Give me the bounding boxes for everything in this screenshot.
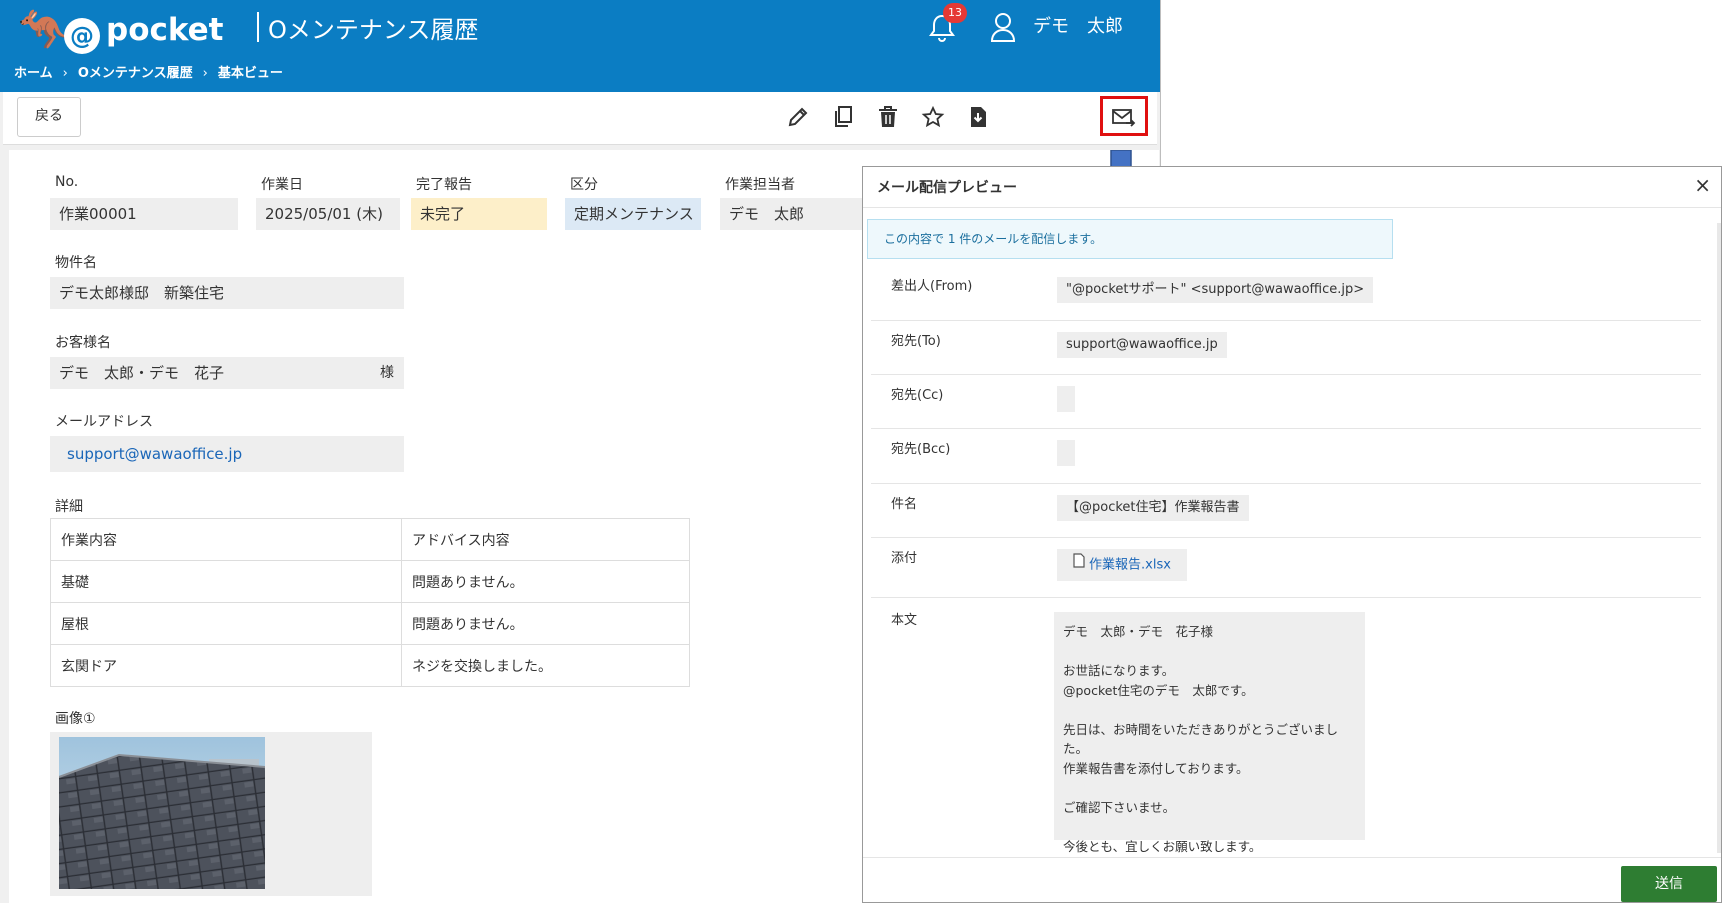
from-row: 差出人(From) "@pocketサポート" <support@wawaoff… bbox=[871, 263, 1701, 321]
bcc-label: 宛先(Bcc) bbox=[891, 442, 951, 457]
notification-count-badge: 13 bbox=[943, 3, 967, 23]
property-label: 物件名 bbox=[55, 255, 97, 271]
file-icon bbox=[1073, 549, 1085, 581]
to-label: 宛先(To) bbox=[891, 334, 941, 349]
category-label: 区分 bbox=[570, 177, 598, 193]
cc-value bbox=[1057, 386, 1075, 412]
breadcrumb: ホーム › Oメンテナンス履歴 › 基本ビュー bbox=[14, 62, 283, 81]
body-label: 本文 bbox=[891, 613, 918, 628]
subject-row: 件名 【@pocket住宅】作業報告書 bbox=[871, 483, 1701, 538]
cc-row: 宛先(Cc) bbox=[871, 374, 1701, 429]
table-row: 基礎 問題ありません。 bbox=[50, 560, 690, 603]
table-header: アドバイス内容 bbox=[401, 518, 690, 561]
category-value: 定期メンテナンス bbox=[565, 198, 701, 230]
staff-value: デモ 太郎 bbox=[720, 198, 870, 230]
image-label: 画像① bbox=[55, 711, 96, 727]
from-label: 差出人(From) bbox=[891, 279, 973, 294]
send-button[interactable]: 送信 bbox=[1621, 866, 1717, 902]
bcc-value bbox=[1057, 440, 1075, 466]
cc-label: 宛先(Cc) bbox=[891, 388, 944, 403]
attachment-label: 添付 bbox=[891, 551, 918, 566]
app-header: 🦘 @ pocket Oメンテナンス履歴 13 デモ 太郎 ホーム › Oメンテナン… bbox=[0, 0, 1160, 92]
breadcrumb-home[interactable]: ホーム bbox=[14, 62, 53, 81]
mail-send-icon[interactable] bbox=[1110, 104, 1136, 130]
table-cell: 問題ありません。 bbox=[401, 560, 690, 603]
dialog-title: メール配信プレビュー bbox=[877, 180, 1017, 196]
completion-report-value: 未完了 bbox=[411, 198, 547, 230]
image-field bbox=[50, 732, 372, 896]
breadcrumb-view[interactable]: 基本ビュー bbox=[218, 62, 283, 81]
table-header-row: 作業内容 アドバイス内容 bbox=[50, 518, 690, 561]
dialog-scrollbar[interactable] bbox=[1717, 223, 1721, 853]
table-cell: 玄関ドア bbox=[50, 644, 402, 687]
table-header: 作業内容 bbox=[50, 518, 402, 561]
table-cell: 屋根 bbox=[50, 602, 402, 645]
detail-table: 作業内容 アドバイス内容 基礎 問題ありません。 屋根 問題ありません。 玄関ド… bbox=[50, 518, 690, 687]
to-value: support@wawaoffice.jp bbox=[1057, 332, 1227, 358]
table-cell: 問題ありません。 bbox=[401, 602, 690, 645]
no-label: No. bbox=[55, 174, 79, 190]
download-icon[interactable] bbox=[965, 104, 991, 130]
table-row: 玄関ドア ネジを交換しました。 bbox=[50, 644, 690, 687]
table-cell: ネジを交換しました。 bbox=[401, 644, 690, 687]
breadcrumb-module[interactable]: Oメンテナンス履歴 bbox=[78, 62, 193, 81]
attachment-filename: 作業報告.xlsx bbox=[1089, 557, 1171, 573]
table-cell: 基礎 bbox=[50, 560, 402, 603]
dialog-header: メール配信プレビュー × bbox=[863, 167, 1721, 208]
staff-label: 作業担当者 bbox=[725, 177, 795, 193]
page-title: Oメンテナンス履歴 bbox=[268, 16, 479, 44]
email-link[interactable]: support@wawaoffice.jp bbox=[50, 436, 404, 472]
table-row: 屋根 問題ありません。 bbox=[50, 602, 690, 645]
email-label: メールアドレス bbox=[55, 414, 153, 430]
roof-photo[interactable] bbox=[59, 737, 265, 889]
attachment-row: 添付 作業報告.xlsx bbox=[871, 537, 1701, 598]
trash-icon[interactable] bbox=[875, 104, 901, 130]
work-date-value: 2025/05/01 (木) bbox=[256, 198, 400, 230]
from-value: "@pocketサポート" <support@wawaoffice.jp> bbox=[1057, 277, 1374, 303]
star-icon[interactable] bbox=[920, 104, 946, 130]
customer-label: お客様名 bbox=[55, 335, 111, 351]
work-date-label: 作業日 bbox=[261, 177, 303, 193]
user-name[interactable]: デモ 太郎 bbox=[1033, 12, 1123, 38]
customer-name: デモ 太郎・デモ 花子 bbox=[59, 364, 225, 382]
no-value: 作業00001 bbox=[50, 198, 238, 230]
record-toolbar: 戻る bbox=[3, 92, 1157, 145]
logo-text: pocket bbox=[106, 12, 224, 48]
close-icon[interactable]: × bbox=[1694, 173, 1711, 197]
edit-icon[interactable] bbox=[785, 104, 811, 130]
detail-label: 詳細 bbox=[55, 499, 83, 515]
delivery-info-message: この内容で 1 件のメールを配信します。 bbox=[867, 219, 1393, 259]
customer-value: デモ 太郎・デモ 花子 様 bbox=[50, 357, 404, 389]
title-divider bbox=[257, 12, 259, 42]
bcc-row: 宛先(Bcc) bbox=[871, 428, 1701, 484]
at-mark-logo: @ bbox=[64, 18, 100, 54]
kangaroo-logo-icon: 🦘 bbox=[18, 5, 71, 54]
property-value: デモ太郎様邸 新築住宅 bbox=[50, 277, 404, 309]
breadcrumb-separator: › bbox=[62, 66, 68, 81]
user-avatar-icon[interactable] bbox=[990, 12, 1016, 42]
subject-label: 件名 bbox=[891, 497, 918, 512]
back-button[interactable]: 戻る bbox=[17, 97, 81, 137]
to-row: 宛先(To) support@wawaoffice.jp bbox=[871, 320, 1701, 375]
mail-body-text: デモ 太郎・デモ 花子様 お世話になります。 @pocket住宅のデモ 太郎です… bbox=[1054, 612, 1365, 854]
customer-honorific: 様 bbox=[380, 365, 394, 381]
dialog-footer: 送信 bbox=[863, 857, 1721, 902]
completion-report-label: 完了報告 bbox=[416, 177, 472, 193]
breadcrumb-separator: › bbox=[202, 66, 208, 81]
app-logo[interactable]: 🦘 @ pocket bbox=[14, 4, 224, 56]
copy-icon[interactable] bbox=[830, 104, 856, 130]
attachment-link[interactable]: 作業報告.xlsx bbox=[1057, 549, 1187, 581]
subject-value: 【@pocket住宅】作業報告書 bbox=[1057, 495, 1249, 521]
